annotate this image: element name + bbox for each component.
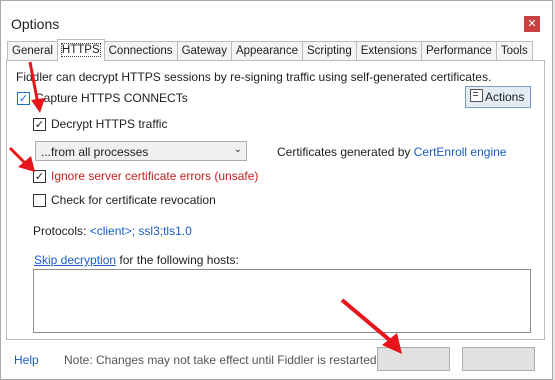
capture-https-checkbox[interactable]: ✓	[17, 92, 30, 105]
tab-extensions[interactable]: Extensions	[355, 41, 422, 61]
tab-scripting[interactable]: Scripting	[301, 41, 357, 61]
tab-tools[interactable]: Tools	[495, 41, 533, 61]
dialog-title: Options	[11, 16, 60, 32]
check-revocation-checkbox[interactable]	[33, 194, 46, 207]
https-panel: Fiddler can decrypt HTTPS sessions by re…	[6, 60, 545, 340]
tab-appearance[interactable]: Appearance	[230, 41, 303, 61]
decrypt-https-checkbox[interactable]: ✓	[33, 118, 46, 131]
tab-gateway[interactable]: Gateway	[176, 41, 232, 61]
tab-https[interactable]: HTTPS	[56, 39, 105, 61]
tab-connections[interactable]: Connections	[103, 41, 178, 61]
actions-icon	[470, 89, 483, 102]
certenroll-link[interactable]: CertEnroll engine	[414, 145, 507, 159]
skip-decryption-row: Skip decryption for the following hosts:	[34, 253, 239, 267]
ignore-cert-errors-label: Ignore server certificate errors (unsafe…	[51, 169, 259, 183]
process-filter-select[interactable]: ...from all processes ⌄	[35, 141, 247, 161]
ignore-cert-errors-checkbox[interactable]: ✓	[33, 170, 46, 183]
tab-strip: General HTTPS Connections Gateway Appear…	[7, 39, 533, 61]
check-revocation-label: Check for certificate revocation	[51, 193, 216, 207]
title-bar: Options ✕	[1, 1, 552, 39]
dialog-footer: Help Note: Changes may not take effect u…	[1, 341, 552, 379]
hosts-textarea[interactable]	[33, 269, 531, 333]
protocols-link[interactable]: <client>; ssl3;tls1.0	[90, 224, 192, 238]
restart-note: Note: Changes may not take effect until …	[64, 353, 380, 367]
ok-button[interactable]	[377, 347, 450, 371]
cancel-button[interactable]	[462, 347, 535, 371]
certificates-info: Certificates generated by CertEnroll eng…	[277, 145, 507, 159]
options-dialog: Options ✕ General HTTPS Connections Gate…	[0, 0, 553, 380]
capture-https-label: Capture HTTPS CONNECTs	[35, 91, 188, 105]
tab-performance[interactable]: Performance	[421, 41, 497, 61]
protocols-row: Protocols: <client>; ssl3;tls1.0	[33, 224, 192, 238]
chevron-down-icon: ⌄	[233, 144, 242, 155]
decrypt-https-label: Decrypt HTTPS traffic	[51, 117, 168, 131]
close-icon[interactable]: ✕	[524, 16, 540, 32]
actions-button[interactable]: Actions	[465, 86, 531, 108]
skip-decryption-link[interactable]: Skip decryption	[34, 253, 116, 267]
intro-text: Fiddler can decrypt HTTPS sessions by re…	[16, 70, 492, 84]
help-link[interactable]: Help	[14, 353, 39, 367]
tab-general[interactable]: General	[7, 41, 58, 61]
